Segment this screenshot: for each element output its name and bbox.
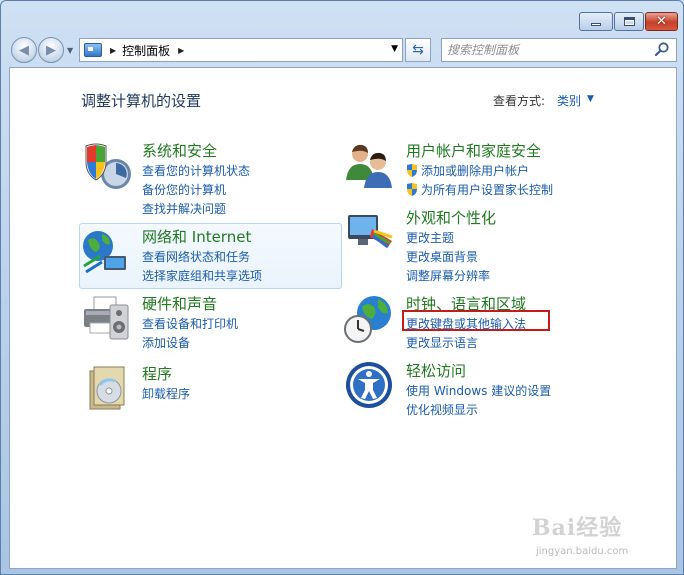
- category-title[interactable]: 硬件和声音: [142, 293, 217, 314]
- recent-pages-dropdown[interactable]: ▼: [67, 46, 73, 55]
- search-icon[interactable]: [654, 41, 670, 57]
- page-title: 调整计算机的设置: [81, 92, 202, 110]
- link-adjust-resolution[interactable]: 调整屏幕分辨率: [406, 267, 490, 284]
- back-arrow-icon: ◀: [19, 42, 29, 58]
- main-content: 调整计算机的设置 查看方式: 类别 ▼ 系统和安全 查看您的计算机状态 备份您的…: [9, 67, 677, 569]
- view-by-chevron-icon[interactable]: ▼: [587, 94, 594, 104]
- maximize-icon: [623, 17, 635, 26]
- refresh-button[interactable]: ⇆: [405, 38, 431, 62]
- watermark-brand: Bai经验: [532, 515, 623, 541]
- category-title[interactable]: 程序: [142, 363, 172, 384]
- category-programs: 程序 卸载程序: [80, 363, 340, 413]
- category-title[interactable]: 网络和 Internet: [142, 226, 251, 247]
- address-bar[interactable]: ▶ 控制面板 ▶ ▼: [79, 38, 403, 62]
- appearance-monitor-icon[interactable]: [344, 207, 396, 259]
- maximize-button[interactable]: [614, 12, 644, 31]
- back-button[interactable]: ◀: [11, 37, 37, 63]
- link-homegroup-sharing[interactable]: 选择家庭组和共享选项: [142, 267, 262, 284]
- navigation-bar: ◀ ▶ ▼ ▶ 控制面板 ▶ ▼ ⇆: [1, 35, 683, 63]
- address-dropdown-icon[interactable]: ▼: [391, 44, 398, 54]
- forward-button[interactable]: ▶: [38, 37, 64, 63]
- category-ease-of-access: 轻松访问 使用 Windows 建议的设置 优化视频显示: [344, 360, 644, 418]
- category-title[interactable]: 用户帐户和家庭安全: [406, 140, 541, 161]
- ease-of-access-icon[interactable]: [344, 360, 396, 412]
- uac-shield-icon: [407, 164, 417, 177]
- security-shield-icon[interactable]: [80, 140, 132, 192]
- breadcrumb-chevron-icon[interactable]: ▶: [110, 46, 116, 55]
- close-button[interactable]: ✕: [645, 12, 678, 31]
- control-panel-window: ✕ ◀ ▶ ▼ ▶ 控制面板 ▶ ▼ ⇆ 调整计算机的设置 查看方式: 类别 ▼: [0, 0, 684, 575]
- view-by-label: 查看方式:: [493, 94, 546, 108]
- category-appearance: 外观和个性化 更改主题 更改桌面背景 调整屏幕分辨率: [344, 207, 644, 283]
- users-icon[interactable]: [344, 140, 396, 192]
- forward-arrow-icon: ▶: [46, 42, 56, 58]
- printer-icon[interactable]: [80, 293, 132, 345]
- category-network-internet: 网络和 Internet 查看网络状态和任务 选择家庭组和共享选项: [80, 226, 340, 286]
- breadcrumb-control-panel[interactable]: 控制面板: [122, 42, 170, 59]
- link-add-remove-users[interactable]: 添加或删除用户帐户: [406, 162, 529, 179]
- category-clock-language-region: 时钟、语言和区域 更改键盘或其他输入法 更改显示语言: [344, 293, 644, 353]
- minimize-button[interactable]: [579, 12, 613, 31]
- link-troubleshoot[interactable]: 查找并解决问题: [142, 200, 226, 217]
- link-add-device[interactable]: 添加设备: [142, 334, 190, 351]
- link-backup-computer[interactable]: 备份您的计算机: [142, 181, 226, 198]
- clock-globe-icon[interactable]: [344, 293, 396, 345]
- network-globe-icon[interactable]: [80, 226, 132, 278]
- title-bar: ✕: [1, 1, 683, 33]
- category-user-accounts: 用户帐户和家庭安全 添加或删除用户帐户 为所有用户设置家长控制: [344, 140, 644, 198]
- link-devices-printers[interactable]: 查看设备和打印机: [142, 315, 238, 332]
- link-optimize-video-display[interactable]: 优化视频显示: [406, 401, 478, 418]
- baidu-watermark: Bai经验 jingyan.baidu.com: [528, 508, 683, 568]
- search-box[interactable]: [441, 38, 677, 62]
- control-panel-icon: [84, 43, 102, 57]
- link-change-display-language[interactable]: 更改显示语言: [406, 334, 478, 351]
- link-change-desktop-background[interactable]: 更改桌面背景: [406, 248, 478, 265]
- view-by-dropdown[interactable]: 类别: [557, 92, 581, 109]
- category-system-security: 系统和安全 查看您的计算机状态 备份您的计算机 查找并解决问题: [80, 140, 340, 216]
- link-network-status[interactable]: 查看网络状态和任务: [142, 248, 250, 265]
- watermark-url: jingyan.baidu.com: [536, 546, 629, 557]
- minimize-icon: [591, 23, 601, 26]
- breadcrumb-chevron-icon[interactable]: ▶: [178, 46, 184, 55]
- link-change-keyboard-input[interactable]: 更改键盘或其他输入法: [406, 315, 526, 332]
- category-hardware-sound: 硬件和声音 查看设备和打印机 添加设备: [80, 293, 340, 353]
- link-uninstall-program[interactable]: 卸载程序: [142, 385, 190, 402]
- link-windows-recommended-settings[interactable]: 使用 Windows 建议的设置: [406, 382, 551, 399]
- search-input[interactable]: [442, 39, 642, 61]
- category-title[interactable]: 轻松访问: [406, 360, 466, 381]
- category-title[interactable]: 外观和个性化: [406, 207, 496, 228]
- link-text[interactable]: 为所有用户设置家长控制: [421, 183, 553, 197]
- link-text[interactable]: 添加或删除用户帐户: [421, 164, 529, 178]
- programs-icon[interactable]: [80, 363, 132, 415]
- refresh-icon: ⇆: [412, 42, 424, 58]
- category-title[interactable]: 系统和安全: [142, 140, 217, 161]
- uac-shield-icon: [407, 183, 417, 196]
- close-icon: ✕: [656, 14, 667, 29]
- link-change-theme[interactable]: 更改主题: [406, 229, 454, 246]
- category-title[interactable]: 时钟、语言和区域: [406, 293, 526, 314]
- link-parental-controls[interactable]: 为所有用户设置家长控制: [406, 181, 553, 198]
- link-view-computer-status[interactable]: 查看您的计算机状态: [142, 162, 250, 179]
